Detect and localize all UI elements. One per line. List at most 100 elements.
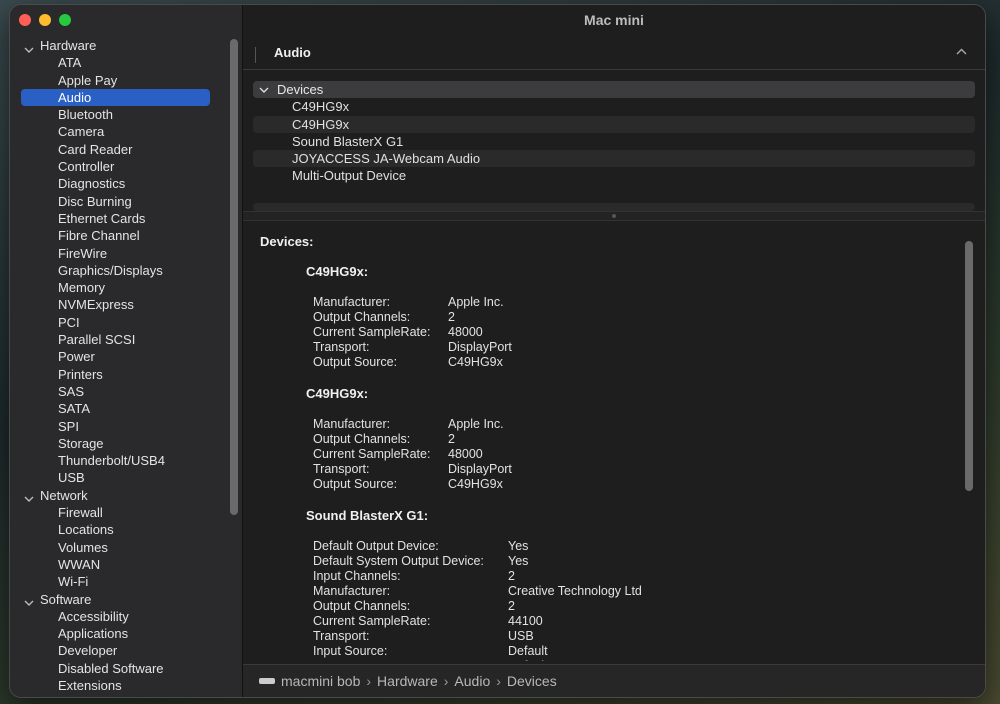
sidebar-item-firewall[interactable]: Firewall xyxy=(21,504,210,521)
breadcrumb-item[interactable]: Hardware xyxy=(377,673,438,689)
device-list-item[interactable]: Multi-Output Device xyxy=(253,167,975,184)
sidebar-item-ethernet-cards[interactable]: Ethernet Cards xyxy=(21,210,210,227)
device-list-item[interactable]: Sound BlasterX G1 xyxy=(253,133,975,150)
breadcrumb-item[interactable]: Audio xyxy=(454,673,490,689)
sidebar-item-accessibility[interactable]: Accessibility xyxy=(21,608,210,625)
sidebar: Hardware ATA Apple Pay Audio Bluetooth Camera… xyxy=(10,5,243,697)
device-list-header[interactable]: Devices xyxy=(253,81,975,99)
property-key: Output Channels: xyxy=(313,310,411,324)
property-key: Transport: xyxy=(313,629,370,643)
property-value: Apple Inc. xyxy=(448,295,504,309)
property-row: Output Channels: 2 xyxy=(313,310,512,325)
sidebar-item-controller[interactable]: Controller xyxy=(21,158,210,175)
breadcrumb-separator: › xyxy=(496,673,501,689)
sidebar-scrollbar[interactable] xyxy=(230,39,238,515)
sidebar-item-storage[interactable]: Storage xyxy=(21,435,210,452)
sidebar-item-graphics-displays[interactable]: Graphics/Displays xyxy=(21,262,210,279)
minimize-window-button[interactable] xyxy=(39,14,51,26)
sidebar-item-printers[interactable]: Printers xyxy=(21,366,210,383)
sidebar-item-spi[interactable]: SPI xyxy=(21,418,210,435)
mac-mini-icon xyxy=(259,678,275,684)
sidebar-item-nvmexpress[interactable]: NVMExpress xyxy=(21,296,210,313)
window-title: Mac mini xyxy=(584,12,644,28)
chevron-down-icon[interactable] xyxy=(24,41,34,53)
detail-title: Devices: xyxy=(260,234,314,249)
sidebar-item-diagnostics[interactable]: Diagnostics xyxy=(21,175,210,192)
device-list-item[interactable]: JOYACCESS JA-Webcam Audio xyxy=(253,150,975,168)
pane-splitter[interactable] xyxy=(243,211,985,221)
chevron-down-icon[interactable] xyxy=(259,81,271,98)
property-value: Default xyxy=(508,659,548,661)
device-list-item[interactable]: C49HG9x xyxy=(253,115,975,133)
property-key: Transport: xyxy=(313,462,370,476)
property-value: C49HG9x xyxy=(448,355,503,369)
sidebar-item-locations[interactable]: Locations xyxy=(21,521,210,538)
sidebar-item-disabled-software[interactable]: Disabled Software xyxy=(21,660,210,677)
breadcrumb-item[interactable]: macmini bob xyxy=(281,673,360,689)
sidebar-item-parallel-scsi[interactable]: Parallel SCSI xyxy=(21,331,210,348)
sidebar-group-network[interactable]: Network xyxy=(10,487,228,504)
property-key: Manufacturer: xyxy=(313,417,391,431)
sidebar-item-fibre-channel[interactable]: Fibre Channel xyxy=(21,227,210,244)
property-value: USB xyxy=(508,629,534,643)
property-value: Yes xyxy=(508,554,529,568)
sidebar-item-disc-burning[interactable]: Disc Burning xyxy=(21,193,210,210)
sidebar-item-power[interactable]: Power xyxy=(21,348,210,365)
device-list-header-label: Devices xyxy=(277,82,324,97)
property-key: Current SampleRate: xyxy=(313,447,431,461)
device-list-item-label: C49HG9x xyxy=(292,99,350,115)
breadcrumb: macmini bob › Hardware › Audio › Devices xyxy=(281,673,557,689)
sidebar-item-pci[interactable]: PCI xyxy=(21,314,210,331)
property-row: Output Channels: 2 xyxy=(313,599,642,614)
sidebar-item-usb[interactable]: USB xyxy=(21,469,210,486)
sidebar-item-wi-fi[interactable]: Wi-Fi xyxy=(21,573,210,590)
sidebar-item-card-reader[interactable]: Card Reader xyxy=(21,141,210,158)
property-value: Creative Technology Ltd xyxy=(508,584,642,598)
sidebar-item-audio[interactable]: Audio xyxy=(21,88,210,107)
sidebar-item-sas[interactable]: SAS xyxy=(21,383,210,400)
property-key: Transport: xyxy=(313,340,370,354)
sidebar-group-hardware[interactable]: Hardware xyxy=(10,37,228,54)
chevron-up-icon[interactable] xyxy=(956,45,967,59)
chevron-down-icon[interactable] xyxy=(24,594,34,607)
property-value: 44100 xyxy=(508,614,543,628)
close-window-button[interactable] xyxy=(19,14,31,26)
sidebar-item-volumes[interactable]: Volumes xyxy=(21,539,210,556)
sidebar-item-wwan[interactable]: WWAN xyxy=(21,556,210,573)
device-list-item[interactable]: C49HG9x xyxy=(253,98,975,115)
device-list-item-label: C49HG9x xyxy=(292,116,350,132)
sidebar-item-developer[interactable]: Developer xyxy=(21,642,210,659)
device-list-item-label: JOYACCESS JA-Webcam Audio xyxy=(292,151,481,167)
breadcrumb-item[interactable]: Devices xyxy=(507,673,557,689)
property-key: Current SampleRate: xyxy=(313,325,431,339)
sidebar-item-camera[interactable]: Camera xyxy=(21,123,210,140)
property-value: C49HG9x xyxy=(448,477,503,491)
property-row: Manufacturer: Creative Technology Ltd xyxy=(313,584,642,599)
property-row: Default System Output Device: Yes xyxy=(313,554,642,569)
sidebar-item-bluetooth[interactable]: Bluetooth xyxy=(21,106,210,123)
sidebar-item-firewire[interactable]: FireWire xyxy=(21,245,210,262)
property-row: Current SampleRate: 48000 xyxy=(313,447,512,462)
property-row: Current SampleRate: 48000 xyxy=(313,325,512,340)
property-row: Current SampleRate: 44100 xyxy=(313,614,642,629)
property-value: Yes xyxy=(508,539,529,553)
property-key: Default System Output Device: xyxy=(313,554,484,568)
sidebar-item-thunderbolt-usb4[interactable]: Thunderbolt/USB4 xyxy=(21,452,210,469)
sidebar-item-apple-pay[interactable]: Apple Pay xyxy=(21,72,210,89)
sidebar-group-software[interactable]: Software xyxy=(10,591,228,608)
zoom-window-button[interactable] xyxy=(59,14,71,26)
sidebar-item-ata[interactable]: ATA xyxy=(21,54,210,71)
property-key: Output Source: xyxy=(313,355,398,369)
property-row: Transport: DisplayPort xyxy=(313,340,512,355)
sidebar-item-sata[interactable]: SATA xyxy=(21,400,210,417)
header-divider xyxy=(255,47,256,63)
property-row: Output Source: C49HG9x xyxy=(313,477,512,492)
device-list: Devices C49HG9x C49HG9x Sound BlasterX G1 J… xyxy=(253,81,975,211)
chevron-down-icon[interactable] xyxy=(24,490,34,503)
sidebar-item-applications[interactable]: Applications xyxy=(21,625,210,642)
splitter-handle[interactable] xyxy=(612,214,616,218)
sidebar-item-extensions[interactable]: Extensions xyxy=(21,677,210,694)
property-row: Transport: USB xyxy=(313,629,642,644)
sidebar-item-memory[interactable]: Memory xyxy=(21,279,210,296)
detail-scrollbar[interactable] xyxy=(965,241,973,491)
